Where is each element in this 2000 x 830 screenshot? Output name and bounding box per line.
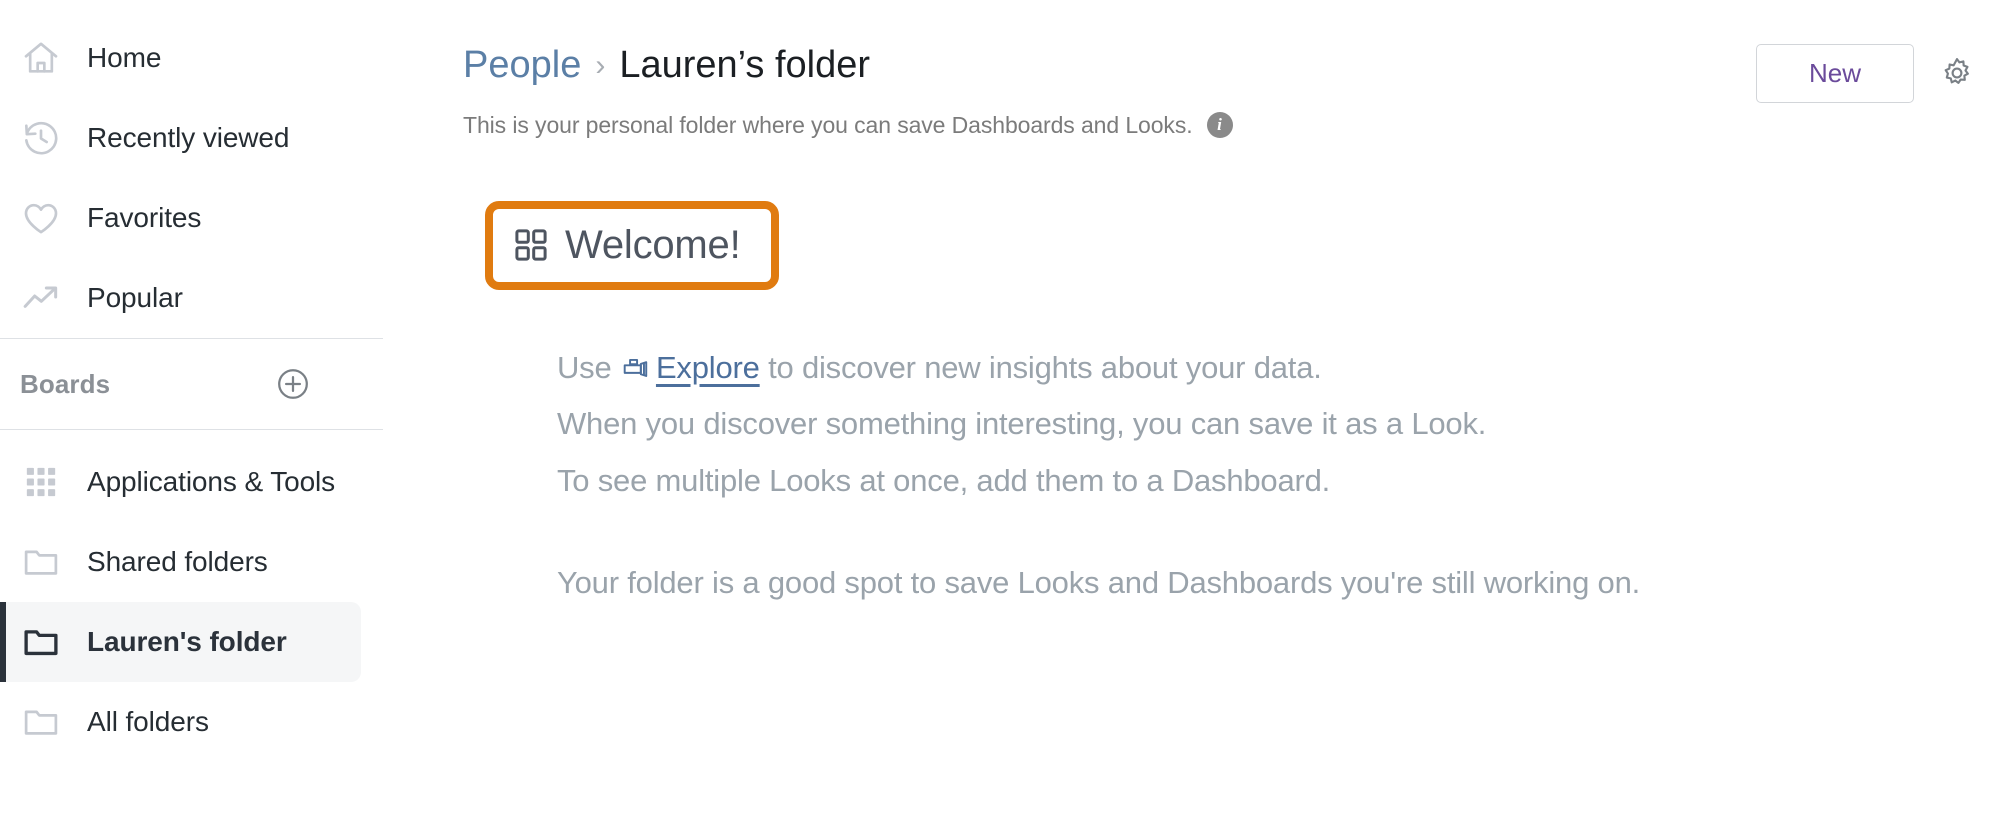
page-header: People › Lauren’s folder This is your pe… <box>463 38 2000 139</box>
sidebar-divider-bottom <box>0 429 383 430</box>
body-line-save-as-look: When you discover something interesting,… <box>557 406 1487 442</box>
body-line-explore: Use Explore to discover new insights abo… <box>557 340 2000 396</box>
body-line-suffix: to discover new insights about your data… <box>759 349 1322 385</box>
sidebar-item-label: Lauren's folder <box>87 626 287 657</box>
welcome-title: Welcome! <box>565 222 741 267</box>
folder-content: Welcome! Use Explore to discover new ins… <box>463 200 2000 612</box>
boards-section-title: Boards <box>20 368 111 399</box>
sidebar-item-label: Shared folders <box>87 546 268 577</box>
dashboard-grid-icon <box>513 227 549 263</box>
heart-icon <box>20 198 62 238</box>
page-subtitle-row: This is your personal folder where you c… <box>463 112 1756 139</box>
trending-up-icon <box>20 278 62 318</box>
explore-telescope-icon[interactable] <box>622 356 650 380</box>
new-button[interactable]: New <box>1755 44 1914 103</box>
sidebar-item-applications-and-tools[interactable]: Applications & Tools <box>0 442 383 522</box>
body-line-prefix: Use <box>557 349 620 385</box>
plus-circle-icon[interactable] <box>275 366 311 402</box>
grid-dots-icon <box>20 465 62 499</box>
sidebar-item-recently-viewed[interactable]: Recently viewed <box>0 98 383 178</box>
page-header-right: New <box>1755 38 2000 103</box>
body-line-folder-spot: Your folder is a good spot to save Looks… <box>557 564 1641 600</box>
body-line-add-to-dashboard: To see multiple Looks at once, add them … <box>557 462 1331 498</box>
welcome-body-text: Use Explore to discover new insights abo… <box>485 340 2000 612</box>
sidebar-item-home[interactable]: Home <box>0 18 383 98</box>
sidebar-item-shared-folders[interactable]: Shared folders <box>0 522 383 602</box>
page-title: Lauren’s folder <box>619 44 871 86</box>
page-subtitle: This is your personal folder where you c… <box>463 111 1193 138</box>
chevron-right-icon: › <box>595 48 606 82</box>
sidebar-item-label: All folders <box>87 706 209 737</box>
sidebar-item-label: Popular <box>87 282 183 313</box>
folder-icon <box>20 703 62 741</box>
sidebar-item-laurens-folder[interactable]: Lauren's folder <box>0 602 361 682</box>
sidebar-item-label: Home <box>87 42 162 73</box>
home-icon <box>20 38 62 78</box>
sidebar-item-favorites[interactable]: Favorites <box>0 178 383 258</box>
info-icon[interactable]: i <box>1206 112 1233 139</box>
welcome-dashboard-link[interactable]: Welcome! <box>485 200 779 290</box>
explore-link[interactable]: Explore <box>656 350 760 385</box>
folder-icon <box>20 543 62 581</box>
sidebar-item-label: Applications & Tools <box>87 466 336 497</box>
app-root: Home Recently viewed Favorites Popular B… <box>0 0 2000 830</box>
sidebar-item-popular[interactable]: Popular <box>0 258 383 338</box>
sidebar-item-label: Favorites <box>87 202 202 233</box>
breadcrumb: People › Lauren’s folder <box>463 44 1756 88</box>
main-content: People › Lauren’s folder This is your pe… <box>383 0 2000 830</box>
sidebar-item-label: Recently viewed <box>87 122 290 153</box>
sidebar: Home Recently viewed Favorites Popular B… <box>0 0 383 830</box>
breadcrumb-parent-people[interactable]: People <box>463 44 581 88</box>
boards-section-header: Boards <box>0 339 383 429</box>
history-clock-icon <box>20 118 62 158</box>
sidebar-item-all-folders[interactable]: All folders <box>0 682 383 762</box>
folder-icon <box>20 623 62 661</box>
gear-icon[interactable] <box>1940 56 1974 90</box>
page-header-left: People › Lauren’s folder This is your pe… <box>463 38 1756 139</box>
